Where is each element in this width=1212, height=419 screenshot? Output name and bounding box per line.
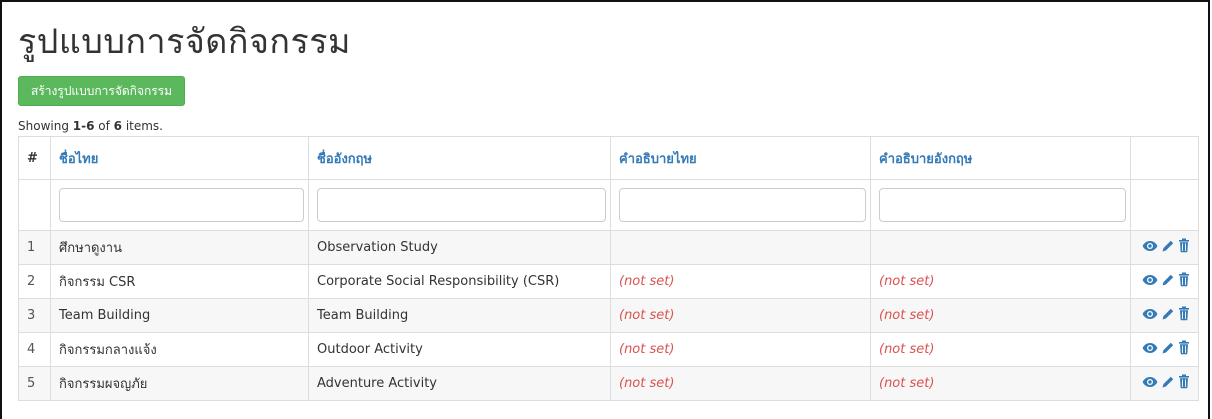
table-row: 3 Team Building Team Building (not set) (not… (18, 298, 1199, 333)
table-row: 5 กิจกรรมผจญภัย Adventure Activity (not set… (18, 366, 1199, 401)
filter-input-name-en[interactable] (317, 188, 606, 222)
page-title: รูปแบบการจัดกิจกรรม (18, 22, 351, 62)
column-header-number: # (18, 136, 51, 180)
trash-icon[interactable] (1178, 306, 1190, 325)
eye-icon[interactable] (1142, 342, 1158, 358)
filter-cell-actions (1130, 179, 1199, 231)
cell-desc-th: (not set) (610, 332, 871, 367)
filter-input-desc-en[interactable] (879, 188, 1126, 222)
column-header-name-en[interactable]: ชื่ออังกฤษ (308, 136, 611, 180)
row-actions (1130, 264, 1199, 299)
sort-link-name-en[interactable]: ชื่ออังกฤษ (317, 152, 372, 167)
cell-desc-th: (not set) (610, 264, 871, 299)
cell-name-en: Adventure Activity (308, 366, 611, 401)
eye-icon[interactable] (1142, 308, 1158, 324)
cell-name-en: Outdoor Activity (308, 332, 611, 367)
cell-name-th: กิจกรรมกลางแจ้ง (50, 332, 309, 367)
eye-icon[interactable] (1142, 240, 1158, 256)
create-activity-format-button[interactable]: สร้างรูปแบบการจัดกิจกรรม (18, 76, 186, 106)
trash-icon[interactable] (1178, 238, 1190, 257)
row-actions (1130, 230, 1199, 265)
table-row: 2 กิจกรรม CSR Corporate Social Responsibil… (18, 264, 1199, 299)
cell-num: 2 (18, 264, 51, 299)
cell-num: 4 (18, 332, 51, 367)
cell-name-th: กิจกรรมผจญภัย (50, 366, 309, 401)
cell-desc-en: (not set) (870, 298, 1131, 333)
filter-input-name-th[interactable] (59, 188, 304, 222)
sort-link-name-th[interactable]: ชื่อไทย (59, 152, 98, 167)
sort-link-desc-en[interactable]: คำอธิบายอังกฤษ (879, 152, 972, 167)
pencil-icon[interactable] (1161, 307, 1175, 325)
sort-link-desc-th[interactable]: คำอธิบายไทย (619, 152, 697, 167)
filter-input-desc-th[interactable] (619, 188, 866, 222)
eye-icon[interactable] (1142, 274, 1158, 290)
row-actions (1130, 298, 1199, 333)
cell-desc-en: (not set) (870, 264, 1131, 299)
column-header-desc-th[interactable]: คำอธิบายไทย (610, 136, 871, 180)
cell-name-th: Team Building (50, 298, 309, 333)
trash-icon[interactable] (1178, 374, 1190, 393)
cell-name-en: Corporate Social Responsibility (CSR) (308, 264, 611, 299)
cell-name-en: Observation Study (308, 230, 611, 265)
summary-text: Showing 1-6 of 6 items. (18, 119, 163, 133)
pencil-icon[interactable] (1161, 375, 1175, 393)
table-row: 4 กิจกรรมกลางแจ้ง Outdoor Activity (not set… (18, 332, 1199, 367)
pencil-icon[interactable] (1161, 239, 1175, 257)
cell-desc-th: (not set) (610, 298, 871, 333)
activity-format-table: # ชื่อไทย ชื่ออังกฤษ คำอธิบายไทย คำอธิบา… (18, 136, 1199, 401)
column-header-name-th[interactable]: ชื่อไทย (50, 136, 309, 180)
cell-desc-th (610, 230, 871, 265)
cell-desc-en: (not set) (870, 366, 1131, 401)
cell-name-en: Team Building (308, 298, 611, 333)
trash-icon[interactable] (1178, 340, 1190, 359)
row-actions (1130, 332, 1199, 367)
trash-icon[interactable] (1178, 272, 1190, 291)
cell-num: 5 (18, 366, 51, 401)
cell-name-th: ศึกษาดูงาน (50, 230, 309, 265)
pencil-icon[interactable] (1161, 341, 1175, 359)
column-header-actions (1130, 136, 1199, 180)
cell-desc-th: (not set) (610, 366, 871, 401)
cell-num: 3 (18, 298, 51, 333)
cell-num: 1 (18, 230, 51, 265)
cell-desc-en: (not set) (870, 332, 1131, 367)
row-actions (1130, 366, 1199, 401)
filter-cell-empty (18, 179, 51, 231)
eye-icon[interactable] (1142, 376, 1158, 392)
cell-desc-en (870, 230, 1131, 265)
cell-name-th: กิจกรรม CSR (50, 264, 309, 299)
column-header-desc-en[interactable]: คำอธิบายอังกฤษ (870, 136, 1131, 180)
pencil-icon[interactable] (1161, 273, 1175, 291)
table-row: 1 ศึกษาดูงาน Observation Study (18, 230, 1199, 265)
